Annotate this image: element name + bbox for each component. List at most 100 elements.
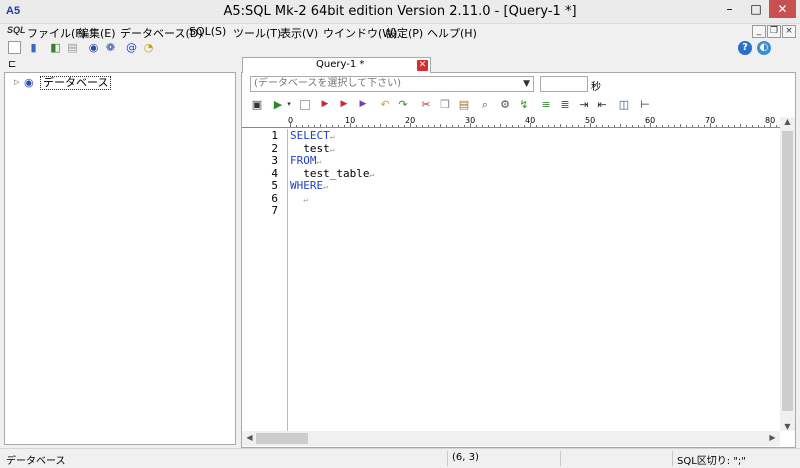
- mdi-close-button[interactable]: ×: [782, 25, 796, 38]
- horizontal-scroll-thumb[interactable]: [256, 433, 308, 444]
- clock-icon[interactable]: ◔: [142, 41, 155, 54]
- sql-editor[interactable]: SELECT↵ test↵ FROM↵ test_table↵ WHERE↵ ↵: [290, 129, 780, 431]
- web-button[interactable]: ◐: [757, 41, 771, 55]
- indent-icon[interactable]: ⇥: [577, 97, 591, 112]
- at-sign-icon[interactable]: @: [125, 41, 138, 54]
- tree-structure-icon[interactable]: ⊢: [638, 97, 652, 112]
- line-number-gutter: 1 2 3 4 5 6 7: [242, 129, 288, 431]
- status-sql-separator: SQL区切り: ";": [677, 456, 746, 467]
- expand-arrow-icon[interactable]: ▷: [14, 78, 19, 86]
- status-bar: データベース (6, 3) SQL区切り: ";": [0, 448, 800, 468]
- format-sql-icon[interactable]: ↯: [517, 97, 531, 112]
- menu-tools[interactable]: ツール(T): [233, 25, 281, 41]
- close-window-button[interactable]: ✕: [769, 0, 796, 18]
- sql-menu-icon[interactable]: SQL: [7, 25, 26, 35]
- comment-icon[interactable]: ≣: [558, 97, 572, 112]
- ruler-tick: [404, 125, 405, 127]
- settings-gear-icon[interactable]: ❁: [104, 41, 117, 54]
- ruler-tick: [632, 125, 633, 127]
- undo-icon[interactable]: ↶: [378, 97, 392, 112]
- ruler-tick: [668, 125, 669, 127]
- horizontal-scrollbar[interactable]: ◀ ▶: [242, 431, 780, 446]
- vertical-scrollbar[interactable]: ▲ ▼: [780, 117, 795, 431]
- editor-toolbar: ▣ ▶ ▾ ▶ ▶ ▶ ↶ ↷ ✂ ❐ ▤ ⌕ ⚙ ↯ ≡ ≣ ⇥ ⇤ ◫ ⊢: [248, 97, 668, 114]
- scroll-right-icon[interactable]: ▶: [765, 433, 780, 442]
- line-break-icon: ↵: [316, 157, 322, 166]
- ruler-tick: [746, 125, 747, 127]
- database-tree-panel[interactable]: ▷ ◉ データベース: [4, 72, 236, 445]
- paste-icon[interactable]: ▤: [457, 97, 471, 112]
- tree-node-label[interactable]: データベース: [40, 76, 112, 90]
- ruler-tick: [530, 123, 531, 127]
- chevron-down-icon[interactable]: ▼: [523, 77, 530, 91]
- menu-sql[interactable]: SQL(S): [189, 25, 226, 38]
- menu-help[interactable]: ヘルプ(H): [427, 25, 477, 41]
- menu-edit[interactable]: 編集(E): [78, 25, 116, 41]
- ruler-tick: [374, 125, 375, 127]
- ruler-tick: [320, 124, 321, 127]
- ruler-tick: [332, 125, 333, 127]
- copy-icon[interactable]: ▤: [66, 41, 79, 54]
- menu-view[interactable]: 表示(V): [280, 25, 318, 41]
- ruler-tick: [704, 125, 705, 127]
- menu-settings[interactable]: 設定(P): [386, 25, 423, 41]
- ruler-tick: [326, 125, 327, 127]
- copy-icon[interactable]: ❐: [438, 97, 452, 112]
- ruler-tick: [362, 125, 363, 127]
- new-page-icon[interactable]: [8, 41, 21, 54]
- run-to-file-icon[interactable]: ▶: [318, 97, 332, 112]
- sql-keyword: SELECT: [290, 129, 330, 142]
- line-break-icon: ↵: [329, 132, 335, 141]
- window-title: A5:SQL Mk-2 64bit edition Version 2.11.0…: [223, 4, 577, 19]
- run-dropdown-icon[interactable]: ▾: [282, 97, 296, 112]
- align-icon[interactable]: ≡: [539, 97, 553, 112]
- stop-icon[interactable]: [300, 100, 310, 110]
- db-connect-icon[interactable]: ◉: [87, 41, 100, 54]
- scroll-up-icon[interactable]: ▲: [780, 117, 795, 126]
- scroll-left-icon[interactable]: ◀: [242, 433, 257, 442]
- ruler-tick: [350, 123, 351, 127]
- find-icon[interactable]: ⌕: [478, 97, 492, 112]
- tab-label: Query-1 *: [316, 59, 365, 70]
- ruler-tick: [620, 124, 621, 127]
- outdent-icon[interactable]: ⇤: [595, 97, 609, 112]
- cut-icon[interactable]: ✂: [419, 97, 433, 112]
- maximize-button[interactable]: □: [743, 0, 769, 20]
- redo-icon[interactable]: ↷: [396, 97, 410, 112]
- database-icon[interactable]: ◧: [49, 41, 62, 54]
- scroll-down-icon[interactable]: ▼: [780, 422, 795, 431]
- help-button[interactable]: ?: [738, 41, 752, 55]
- ruler-tick: [416, 125, 417, 127]
- ruler-tick: [464, 125, 465, 127]
- ruler-tick: [542, 125, 543, 127]
- ruler-tick: [422, 125, 423, 127]
- run-to-csv-icon[interactable]: ▶: [337, 97, 351, 112]
- ruler-tick: [434, 125, 435, 127]
- ruler-tick: [596, 125, 597, 127]
- vertical-scroll-thumb[interactable]: [782, 131, 793, 411]
- ruler-tick: [578, 125, 579, 127]
- database-select[interactable]: (データベースを選択して下さい) ▼: [250, 76, 534, 92]
- seconds-label: 秒: [591, 82, 601, 93]
- sql-keyword: FROM: [290, 154, 317, 167]
- code-text: test: [290, 141, 330, 155]
- ruler-tick: [392, 125, 393, 127]
- minimize-button[interactable]: –: [716, 0, 743, 20]
- ruler-tick: [518, 125, 519, 127]
- mdi-restore-button[interactable]: ❐: [767, 25, 781, 38]
- replace-icon[interactable]: ⚙: [498, 97, 512, 112]
- ruler-tick: [776, 125, 777, 127]
- tab-close-icon[interactable]: ✕: [417, 60, 428, 71]
- tree-view-icon[interactable]: ⊏: [8, 59, 16, 70]
- ruler-tick: [308, 125, 309, 127]
- ruler-tick: [602, 125, 603, 127]
- seconds-input[interactable]: [540, 76, 588, 92]
- save-icon[interactable]: ▣: [250, 97, 264, 112]
- menu-bar: SQL ファイル(F) 編集(E) データベース(D) SQL(S) ツール(T…: [0, 24, 800, 40]
- mdi-minimize-button[interactable]: _: [752, 25, 766, 38]
- ruler-tick: [722, 125, 723, 127]
- tab-query-1[interactable]: Query-1 * ✕: [242, 57, 431, 73]
- open-folder-icon[interactable]: ▮: [27, 41, 40, 54]
- compare-icon[interactable]: ◫: [617, 97, 631, 112]
- explain-icon[interactable]: ▶: [356, 97, 370, 112]
